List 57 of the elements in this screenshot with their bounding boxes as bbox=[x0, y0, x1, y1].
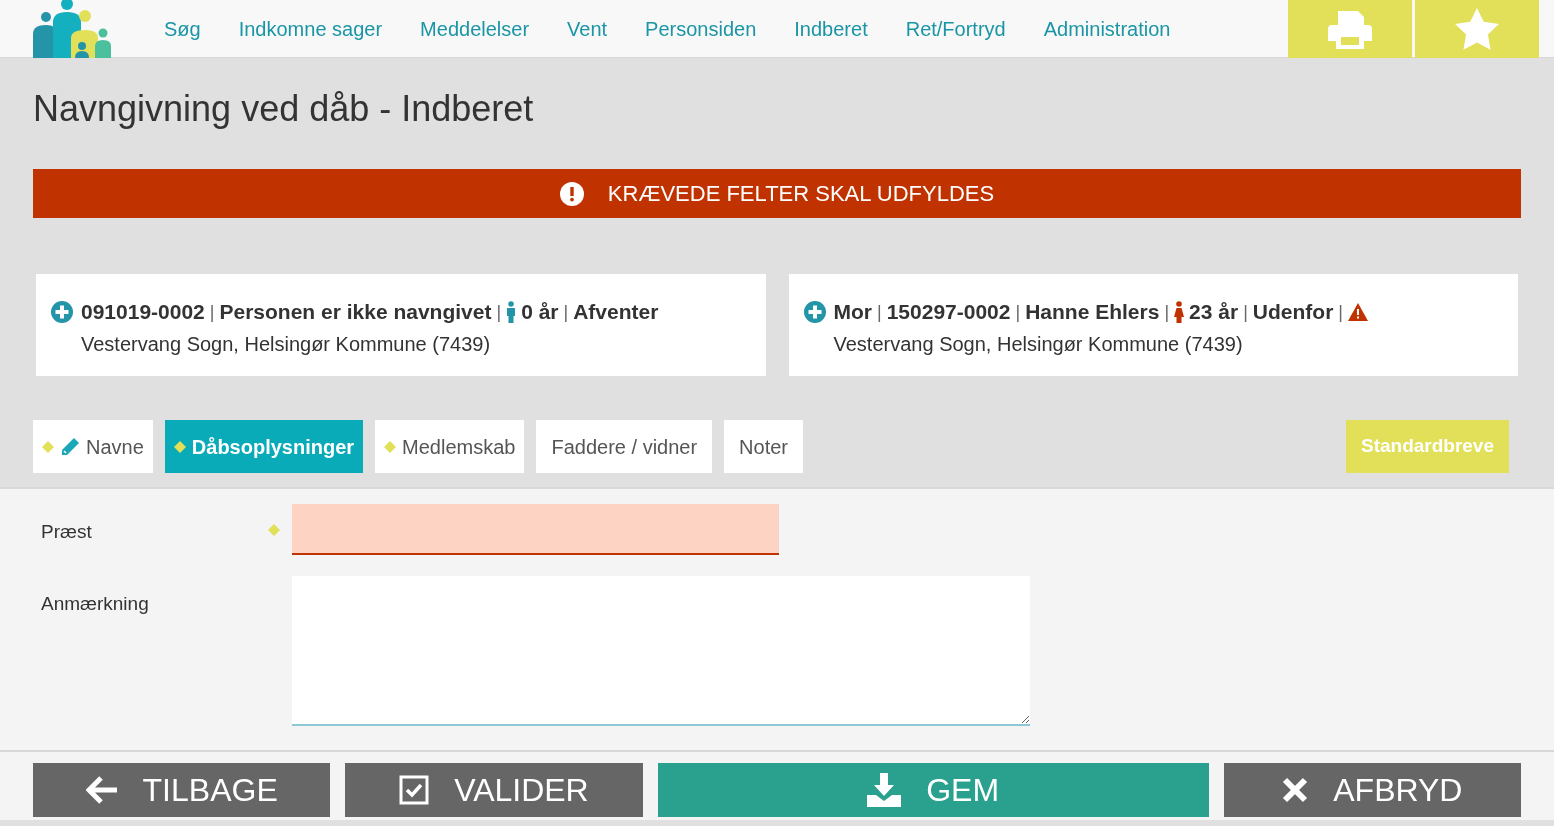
tab[interactable]: Faddere / vidner bbox=[536, 420, 713, 473]
person-info: Hanne Ehlers bbox=[1025, 299, 1160, 326]
male-person-icon bbox=[506, 301, 517, 323]
diamond-icon bbox=[384, 440, 397, 453]
nav-link[interactable]: Personsiden bbox=[645, 13, 757, 44]
nav-link[interactable]: Indberet bbox=[794, 13, 868, 44]
separator: | bbox=[563, 300, 569, 324]
separator: | bbox=[877, 300, 882, 324]
separator: | bbox=[1338, 300, 1343, 324]
diamond-icon bbox=[42, 440, 54, 453]
field-label: Præst bbox=[41, 520, 93, 544]
exclamation-icon bbox=[559, 181, 584, 206]
nav-link[interactable]: Ret/Fortryd bbox=[905, 13, 1006, 44]
address-text: Vestervang Sogn, Helsingør Kommune (7439) bbox=[833, 332, 1244, 357]
arrow-left-icon bbox=[85, 775, 118, 805]
separator: | bbox=[496, 300, 502, 324]
diamond-icon bbox=[173, 440, 186, 453]
nav-link[interactable]: Søg bbox=[164, 13, 201, 44]
person-info: 0 år bbox=[521, 299, 559, 326]
nav-link[interactable]: Vent bbox=[567, 13, 608, 44]
input-field[interactable] bbox=[292, 504, 779, 555]
tab[interactable]: Medlemskab bbox=[375, 420, 525, 473]
star-icon bbox=[1455, 8, 1499, 50]
plus-circle-icon[interactable] bbox=[803, 301, 826, 323]
nav-link[interactable]: Indkomne sager bbox=[238, 13, 383, 44]
download-icon bbox=[867, 773, 902, 807]
separator: | bbox=[1243, 300, 1248, 324]
person-info: Udenfor bbox=[1252, 299, 1334, 326]
validate-button[interactable]: VALIDER bbox=[345, 763, 643, 817]
tab[interactable]: Noter bbox=[724, 420, 803, 473]
separator: | bbox=[1015, 300, 1021, 324]
tab[interactable]: Navne bbox=[33, 420, 153, 473]
nav-link[interactable]: Meddelelser bbox=[420, 13, 530, 44]
nav-link[interactable]: Administration bbox=[1043, 13, 1171, 44]
person-info: Afventer bbox=[573, 299, 659, 326]
checkbox-icon bbox=[399, 775, 430, 805]
person-info: Mor bbox=[833, 299, 872, 326]
address-text: Vestervang Sogn, Helsingør Kommune (7439) bbox=[81, 332, 492, 357]
female-person-icon bbox=[1174, 301, 1185, 323]
person-info: Personen er ikke navngivet bbox=[219, 299, 492, 326]
person-info: 23 år bbox=[1189, 299, 1239, 326]
cancel-button[interactable]: AFBRYD bbox=[1223, 763, 1521, 817]
field-label: Anmærkning bbox=[41, 592, 150, 616]
plus-circle-icon[interactable] bbox=[51, 301, 73, 323]
separator: | bbox=[1164, 300, 1170, 324]
page-title: Navngivning ved dåb - Indberet bbox=[33, 87, 535, 131]
alert-text: KRÆVEDE FELTER SKAL UDFYLDES bbox=[607, 180, 995, 208]
pencil-icon bbox=[60, 436, 80, 457]
person-info: 091019-0002 bbox=[81, 299, 205, 326]
save-button[interactable]: GEM bbox=[657, 763, 1209, 817]
close-icon bbox=[1282, 777, 1309, 803]
warning-icon bbox=[1348, 303, 1368, 321]
person-info: 150297-0002 bbox=[886, 299, 1011, 326]
separator: | bbox=[209, 300, 215, 324]
back-button[interactable]: TILBAGE bbox=[33, 763, 331, 817]
printer-icon bbox=[1328, 9, 1372, 49]
tab[interactable]: Dåbsoplysninger bbox=[164, 420, 364, 473]
